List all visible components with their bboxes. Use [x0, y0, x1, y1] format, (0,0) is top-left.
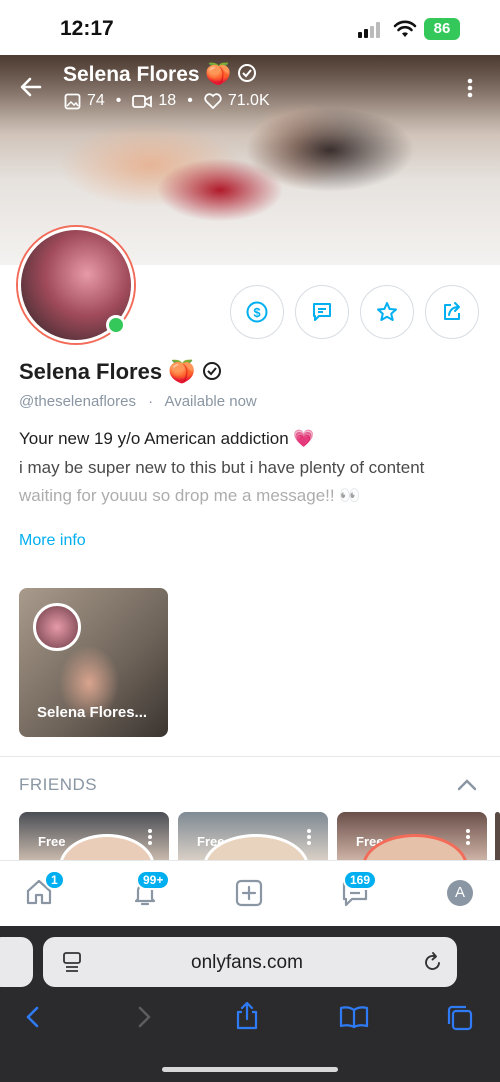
bio-line: Your new 19 y/o American addiction 💗 [19, 429, 315, 448]
browser-forward-icon[interactable] [136, 1005, 152, 1029]
divider [0, 756, 500, 757]
more-options-icon[interactable] [306, 828, 312, 846]
profile-name: Selena Flores 🍑 [19, 359, 222, 385]
share-button[interactable] [425, 285, 479, 339]
bookmarks-icon[interactable] [339, 1005, 369, 1029]
user-avatar[interactable]: A [447, 880, 473, 906]
header-name-text: Selena Flores 🍑 [63, 63, 232, 86]
online-status-dot [106, 315, 126, 335]
likes-count: 71.0K [227, 92, 270, 109]
page-menu-icon[interactable] [62, 951, 82, 973]
favorite-button[interactable] [360, 285, 414, 339]
availability-status: Available now [164, 393, 257, 410]
browser-back-icon[interactable] [25, 1005, 41, 1029]
messages-badge: 169 [343, 870, 378, 890]
more-options-icon[interactable] [466, 78, 474, 98]
add-post-icon[interactable] [235, 879, 263, 907]
profile-handle: @theselenaflores [19, 393, 136, 410]
friend-card[interactable]: Free [178, 812, 328, 860]
tabs-icon[interactable] [446, 1004, 474, 1032]
bio-line: i may be super new to this but i have pl… [19, 458, 425, 477]
home-indicator [162, 1067, 338, 1072]
svg-text:$: $ [253, 305, 261, 320]
chat-icon [313, 303, 331, 321]
wifi-icon [393, 20, 417, 37]
separator-dot: • [115, 92, 122, 109]
home-badge: 1 [44, 870, 65, 890]
dollar-icon: $ [246, 301, 268, 323]
more-options-icon[interactable] [465, 828, 471, 846]
status-time: 12:17 [60, 17, 114, 40]
friend-avatar [59, 834, 155, 860]
profile-name-text: Selena Flores 🍑 [19, 359, 196, 384]
browser-share-icon[interactable] [234, 1001, 260, 1031]
more-options-icon[interactable] [147, 828, 153, 846]
video-icon [132, 94, 153, 108]
friend-card[interactable]: Free [19, 812, 169, 860]
separator-dot: • [187, 92, 193, 109]
profile-handle-row: @theselenaflores · Available now [19, 393, 257, 410]
more-info-link[interactable]: More info [19, 532, 86, 550]
story-label: Selena Flores... [37, 704, 148, 721]
url-text: onlyfans.com [191, 952, 303, 973]
heart-icon [204, 93, 222, 109]
friend-card-peek [495, 812, 500, 860]
share-icon [444, 302, 460, 320]
photo-icon [64, 93, 81, 109]
bio-line: waiting for youuu so drop me a message!!… [19, 486, 361, 505]
header-stats: 74 • 18 • 71.0K [64, 92, 270, 110]
friend-card[interactable]: Free [337, 812, 487, 860]
verified-icon [202, 362, 221, 380]
star-icon [377, 302, 397, 321]
notifications-badge: 99+ [136, 870, 171, 890]
battery-indicator: 86 [424, 18, 460, 40]
friends-heading: FRIENDS [19, 775, 98, 794]
previous-tab-preview[interactable] [0, 937, 33, 987]
photos-count: 74 [87, 92, 105, 109]
free-tag: Free [38, 834, 66, 849]
story-avatar [33, 603, 81, 651]
tip-button[interactable]: $ [230, 285, 284, 339]
message-button[interactable] [295, 285, 349, 339]
cellular-signal-icon [358, 22, 380, 38]
reload-icon[interactable] [423, 951, 443, 973]
header-name: Selena Flores 🍑 [63, 63, 257, 87]
separator-dot: · [148, 393, 154, 410]
chevron-up-icon[interactable] [457, 778, 477, 792]
back-arrow-icon[interactable] [20, 77, 42, 97]
verified-icon [238, 64, 257, 82]
videos-count: 18 [158, 92, 177, 109]
